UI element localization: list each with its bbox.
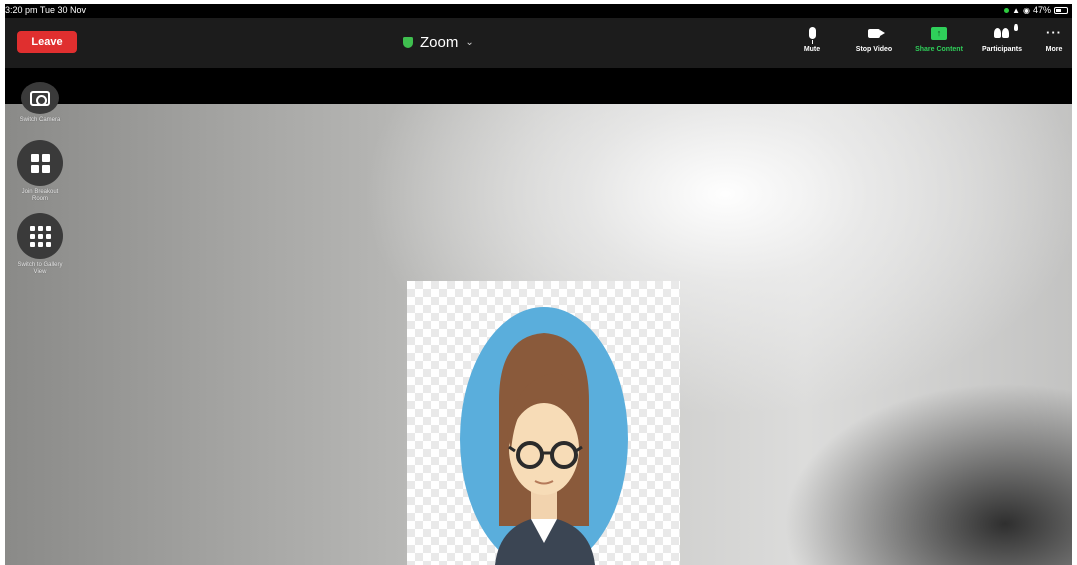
meeting-title-dropdown[interactable]: Zoom ⌄: [403, 30, 474, 54]
screen: 3:20 pm Tue 30 Nov ▲ ◉ 47% Leave Zoom ⌄ …: [0, 0, 1077, 565]
switch-camera-icon: [30, 90, 50, 106]
more-dots-icon: ···: [1046, 25, 1062, 40]
battery-icon: [1054, 7, 1068, 14]
stop-video-button[interactable]: Stop Video: [849, 22, 899, 66]
meeting-title: Zoom: [420, 33, 459, 51]
avatar-illustration: [460, 307, 628, 565]
zoom-window: 3:20 pm Tue 30 Nov ▲ ◉ 47% Leave Zoom ⌄ …: [5, 4, 1072, 565]
breakout-room-icon: [30, 153, 50, 173]
leave-button[interactable]: Leave: [17, 31, 77, 53]
mute-label: Mute: [803, 46, 821, 53]
participant-avatar-image: [407, 281, 680, 565]
stop-video-label: Stop Video: [855, 46, 893, 53]
microphone-icon: [808, 27, 816, 44]
status-bar: 3:20 pm Tue 30 Nov ▲ ◉ 47%: [5, 4, 1072, 17]
participants-icon: 2: [993, 24, 1018, 39]
share-content-button[interactable]: ↑ Share Content: [908, 22, 970, 66]
gallery-view-label: Switch to Gallery View: [17, 262, 63, 275]
video-camera-icon: [868, 28, 885, 38]
meeting-toolbar: Leave Zoom ⌄ Mute Stop Video ↑ Share Con…: [5, 18, 1072, 68]
breakout-room-label: Join Breakout Room: [21, 189, 59, 202]
mute-button[interactable]: Mute: [801, 22, 823, 66]
gallery-view-icon: [29, 225, 51, 247]
chevron-down-icon: ⌄: [465, 36, 474, 48]
gallery-view-button[interactable]: Switch to Gallery View: [17, 213, 63, 276]
security-shield-icon: [403, 36, 413, 48]
switch-camera-button[interactable]: Switch Camera: [17, 82, 63, 124]
more-label: More: [1045, 46, 1063, 53]
battery-percent: 47%: [1032, 5, 1051, 15]
participants-button[interactable]: 2 Participants: [975, 22, 1029, 66]
recording-dot-icon: [1004, 8, 1010, 13]
more-button[interactable]: ··· More: [1042, 22, 1066, 66]
switch-camera-label: Switch Camera: [19, 117, 61, 123]
status-time: 3:20 pm Tue 30 Nov: [5, 5, 87, 15]
share-screen-icon: ↑: [931, 26, 947, 40]
share-content-label: Share Content: [915, 46, 963, 53]
wifi-icon: ▲: [1012, 6, 1020, 15]
orientation-lock-icon: ◉: [1023, 6, 1030, 15]
status-indicators: ▲ ◉ 47%: [1004, 4, 1068, 17]
breakout-room-button[interactable]: Join Breakout Room: [17, 140, 63, 203]
participants-count: 2: [1014, 24, 1018, 31]
participants-label: Participants: [981, 46, 1023, 53]
